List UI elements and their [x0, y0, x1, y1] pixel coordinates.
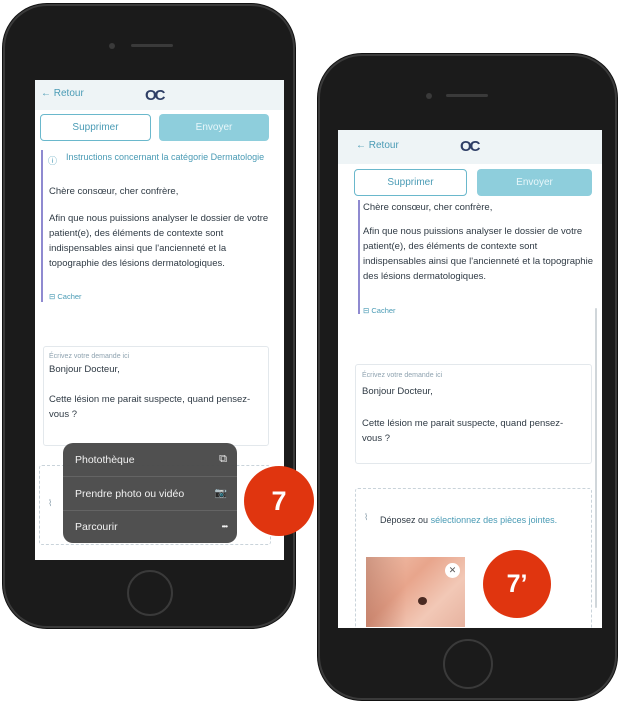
send-button[interactable]: Envoyer	[159, 114, 269, 141]
top-bar: ← Retour OC	[35, 80, 284, 110]
remove-attachment-icon[interactable]: ✕	[445, 563, 460, 578]
attachment-thumbnail[interactable]: ✕	[366, 557, 465, 627]
menu-item-take-photo[interactable]: Prendre photo ou vidéo 📷	[63, 477, 237, 510]
menu-item-browse[interactable]: Parcourir •••	[63, 510, 237, 543]
attach-prefix: Déposez ou	[380, 515, 429, 525]
hide-link[interactable]: ⊟ Cacher	[363, 303, 396, 318]
earpiece-speaker	[131, 44, 173, 47]
attachment-action-menu: Photothèque ⧉ Prendre photo ou vidéo 📷 P…	[63, 443, 237, 543]
back-link[interactable]: ← Retour	[356, 140, 399, 151]
front-camera	[426, 93, 432, 99]
photo-library-icon: ⧉	[219, 453, 227, 465]
menu-item-label: Parcourir	[75, 520, 118, 533]
menu-item-label: Prendre photo ou vidéo	[75, 487, 185, 500]
screen-right: ← Retour OC Supprimer Envoyer Chère cons…	[338, 130, 602, 628]
request-line-1: Bonjour Docteur,	[49, 364, 120, 375]
instructions-greeting: Chère consœur, cher confrère,	[49, 186, 179, 197]
back-link[interactable]: ← Retour	[41, 88, 84, 99]
request-textarea[interactable]: Écrivez votre demande ici Bonjour Docteu…	[355, 364, 592, 464]
instructions-title: Instructions concernant la catégorie Der…	[66, 152, 265, 162]
paperclip-icon: ⌇	[364, 512, 369, 522]
info-icon: ⓘ	[48, 156, 58, 166]
more-icon: •••	[221, 522, 228, 531]
camera-icon: 📷	[214, 488, 227, 499]
scrollbar[interactable]	[595, 308, 597, 608]
top-bar: ← Retour OC	[338, 130, 602, 164]
instructions-body: Afin que nous puissions analyser le doss…	[49, 213, 269, 269]
request-line-2: Cette lésion me parait suspecte, quand p…	[49, 394, 251, 420]
request-line-1: Bonjour Docteur,	[362, 386, 433, 397]
instructions-greeting: Chère consœur, cher confrère,	[363, 202, 493, 213]
menu-item-label: Photothèque	[75, 453, 135, 466]
request-line-2: Cette lésion me parait suspecte, quand p…	[362, 418, 564, 444]
step-badge-7: 7	[244, 466, 314, 536]
select-attachments-link[interactable]: sélectionnez des pièces jointes.	[431, 515, 558, 525]
home-button[interactable]	[443, 639, 493, 689]
instructions-accent-bar	[358, 200, 360, 314]
thumbnail-shading	[366, 557, 406, 627]
menu-item-phototheque[interactable]: Photothèque ⧉	[63, 443, 237, 476]
front-camera	[109, 43, 115, 49]
home-button[interactable]	[127, 570, 173, 616]
hide-link[interactable]: ⊟ Cacher	[49, 289, 82, 304]
step-badge-7-prime: 7’	[483, 550, 551, 618]
earpiece-speaker	[446, 94, 488, 97]
instructions-accent-bar	[41, 150, 43, 302]
request-placeholder: Écrivez votre demande ici	[362, 372, 443, 379]
send-button[interactable]: Envoyer	[477, 169, 592, 196]
instructions-body: Afin que nous puissions analyser le doss…	[363, 226, 593, 282]
request-textarea[interactable]: Écrivez votre demande ici Bonjour Docteu…	[43, 346, 269, 446]
hide-label: Cacher	[371, 306, 396, 315]
attachment-instructions: Déposez ou sélectionnez des pièces joint…	[380, 513, 580, 527]
app-logo: OC	[145, 87, 165, 104]
delete-button[interactable]: Supprimer	[40, 114, 151, 141]
hide-label: Cacher	[57, 292, 82, 301]
delete-button[interactable]: Supprimer	[354, 169, 467, 196]
app-logo: OC	[460, 138, 480, 155]
paperclip-icon: ⌇	[48, 498, 53, 508]
skin-lesion-mark	[418, 597, 427, 605]
